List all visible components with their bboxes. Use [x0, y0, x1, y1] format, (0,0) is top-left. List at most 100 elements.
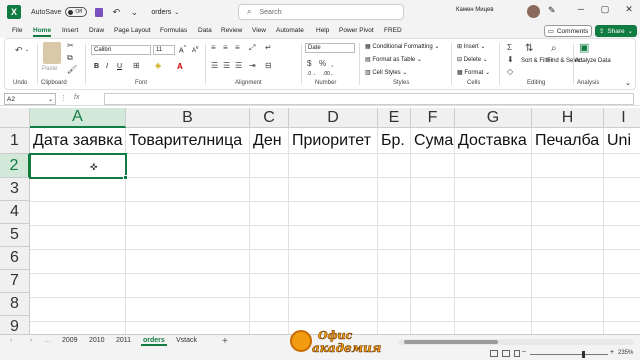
font-size-select[interactable]: 11 [153, 45, 175, 55]
delete-cells-button[interactable]: ⊟ Delete ⌄ [457, 56, 488, 63]
save-icon[interactable] [95, 7, 104, 17]
bold-button[interactable]: B [94, 63, 99, 70]
indent-icon[interactable]: ⇥ [249, 61, 256, 70]
zoom-level[interactable]: 235% [618, 350, 633, 356]
increase-font-icon[interactable]: A^ [179, 45, 186, 54]
tab-review[interactable]: Review [221, 27, 242, 34]
zoom-slider[interactable] [530, 354, 608, 355]
decrease-decimal-icon[interactable]: .00← [323, 71, 335, 77]
row-header-2[interactable]: 2 [0, 154, 30, 178]
file-name[interactable]: orders [151, 9, 171, 16]
column-header-f[interactable]: F [411, 108, 455, 128]
name-box[interactable]: A2 ⌄ [4, 93, 56, 105]
filename-chevron-icon[interactable]: ⌄ [174, 9, 179, 16]
tab-fred[interactable]: FRED [384, 27, 402, 34]
comments-button[interactable]: ▭ Comments [544, 25, 592, 37]
undo-chevron-icon[interactable]: ⌄ [25, 47, 29, 53]
tab-view[interactable]: View [252, 27, 266, 34]
borders-icon[interactable]: ⊞ [133, 61, 140, 70]
zoom-out-icon[interactable]: − [522, 349, 526, 356]
format-cells-button[interactable]: ▦ Format ⌄ [457, 69, 490, 76]
cell-f1[interactable]: Сума [411, 128, 455, 154]
normal-view-icon[interactable] [490, 350, 498, 357]
sheet-tab-orders[interactable]: orders [141, 337, 167, 346]
cell-h1[interactable]: Печалба [532, 128, 604, 154]
tab-file[interactable]: File [12, 27, 22, 34]
cell-b1[interactable]: Товарителница [126, 128, 250, 154]
format-as-table-button[interactable]: ▤ Format as Table ⌄ [365, 56, 422, 63]
align-middle-icon[interactable]: ≡ [223, 43, 228, 52]
paste-label[interactable]: Paste [42, 66, 57, 72]
row-header-5[interactable]: 5 [0, 224, 30, 247]
column-header-e[interactable]: E [378, 108, 411, 128]
autosum-icon[interactable]: Σ [507, 43, 512, 52]
tab-power-pivot[interactable]: Power Pivot [339, 27, 374, 34]
select-all-corner[interactable] [0, 108, 30, 128]
row-header-1[interactable]: 1 [0, 128, 30, 154]
minimize-icon[interactable]: ─ [574, 4, 588, 18]
scrollbar-thumb[interactable] [404, 340, 498, 344]
find-select-icon[interactable]: ⌕ [551, 43, 557, 54]
cell-e1[interactable]: Бр. [378, 128, 411, 154]
sheet-tab-2011[interactable]: 2011 [116, 337, 131, 344]
row-header-6[interactable]: 6 [0, 247, 30, 270]
find-select-button[interactable]: Find & Select [547, 57, 583, 65]
row-header-9[interactable]: 9 [0, 316, 30, 334]
underline-button[interactable]: U [117, 63, 122, 70]
analyze-data-icon[interactable]: ▣ [579, 41, 589, 54]
column-header-a[interactable]: A [30, 108, 126, 128]
fill-color-icon[interactable]: ◈ [155, 61, 161, 70]
formula-input[interactable] [104, 93, 634, 105]
zoom-slider-thumb[interactable] [582, 351, 585, 358]
add-sheet-icon[interactable]: + [222, 336, 228, 347]
clear-icon[interactable]: ◇ [507, 67, 513, 76]
row-header-8[interactable]: 8 [0, 293, 30, 316]
page-layout-view-icon[interactable] [502, 350, 510, 357]
align-bottom-icon[interactable]: ≡ [235, 43, 240, 52]
font-color-icon[interactable]: A [177, 62, 183, 71]
paste-button[interactable] [43, 42, 61, 64]
search-box[interactable]: ⌕ Search [238, 4, 404, 20]
sheet-tab-2010[interactable]: 2010 [89, 337, 105, 344]
tab-draw[interactable]: Draw [89, 27, 104, 34]
cell-a1[interactable]: Дата заявка [30, 128, 126, 154]
align-left-icon[interactable]: ☰ [211, 61, 218, 70]
percent-icon[interactable]: % [319, 59, 326, 68]
zoom-in-icon[interactable]: + [610, 349, 614, 356]
page-break-view-icon[interactable] [514, 350, 520, 357]
pen-icon[interactable]: ✎ [548, 5, 556, 16]
tab-formulas[interactable]: Formulas [160, 27, 187, 34]
column-header-c[interactable]: C [250, 108, 289, 128]
horizontal-scrollbar[interactable] [398, 339, 634, 345]
align-right-icon[interactable]: ☰ [235, 61, 242, 70]
row-header-3[interactable]: 3 [0, 178, 30, 201]
formula-options-icon[interactable]: ⋮ [60, 94, 67, 102]
fill-icon[interactable]: ⬇ [507, 55, 514, 64]
column-header-g[interactable]: G [455, 108, 532, 128]
undo-quick-icon[interactable]: ↶ [111, 7, 121, 17]
comma-style-icon[interactable]: , [331, 59, 333, 68]
row-header-4[interactable]: 4 [0, 201, 30, 224]
number-format-select[interactable]: Date [305, 43, 355, 53]
sheet-tab-2009[interactable]: 2009 [62, 337, 78, 344]
sort-filter-icon[interactable]: ⇅ [525, 43, 533, 54]
sort-filter-button[interactable]: Sort & Filter [521, 57, 553, 65]
font-name-select[interactable]: Calibri [91, 45, 151, 55]
format-painter-icon[interactable]: 🖌 [67, 65, 77, 74]
maximize-icon[interactable]: ▢ [598, 4, 612, 18]
cell-d1[interactable]: Приоритет [289, 128, 378, 154]
align-top-icon[interactable]: ≡ [211, 43, 216, 52]
share-button[interactable]: ⇪ Share ⌄ [595, 25, 637, 37]
column-header-i[interactable]: I [604, 108, 640, 128]
insert-function-icon[interactable]: fx [74, 94, 79, 101]
cut-icon[interactable]: ✂ [67, 41, 74, 50]
italic-button[interactable]: I [106, 63, 108, 70]
column-header-h[interactable]: H [532, 108, 604, 128]
analyze-data-button[interactable]: Analyze Data [575, 57, 611, 65]
cell-g1[interactable]: Доставка [455, 128, 532, 154]
cell-c1[interactable]: Ден [250, 128, 289, 154]
sheet-prev-icon[interactable]: ‹ [10, 337, 12, 344]
cell-styles-button[interactable]: ▥ Cell Styles ⌄ [365, 69, 407, 76]
increase-decimal-icon[interactable]: .0→ [307, 71, 316, 77]
sheet-tab-vstack[interactable]: Vstack [176, 337, 197, 344]
